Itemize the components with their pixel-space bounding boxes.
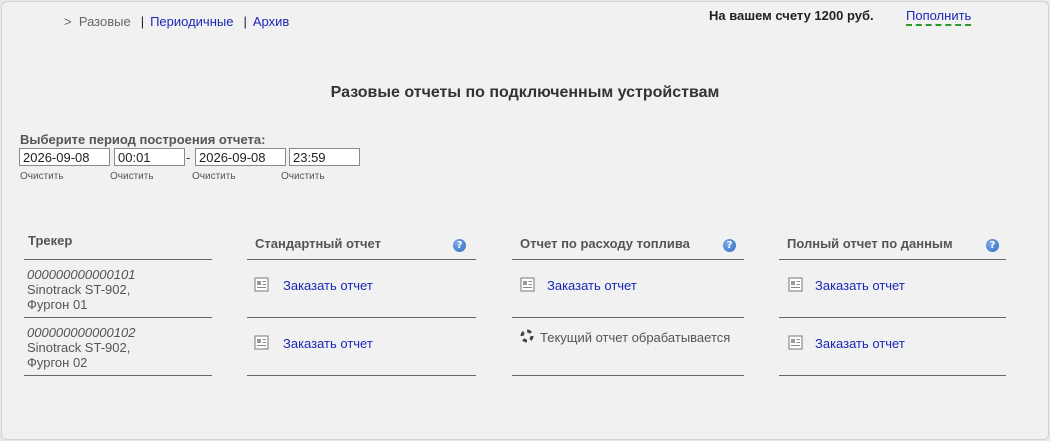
page-title: Разовые отчеты по подключенным устройств… <box>330 84 720 101</box>
processing-status: Текущий отчет обрабатывается <box>540 330 731 345</box>
topup-link[interactable]: Пополнить <box>906 8 972 26</box>
table-row: 000000000000102 Sinotrack ST-902, Фургон… <box>27 325 135 370</box>
help-icon[interactable]: ? <box>723 239 736 252</box>
divider <box>24 259 212 260</box>
document-icon <box>520 277 535 292</box>
to-time-input[interactable] <box>289 148 360 166</box>
column-header-fuel: Отчет по расходу топлива <box>520 236 690 251</box>
column-header-tracker: Трекер <box>28 233 73 248</box>
tracker-id: 000000000000101 <box>27 267 136 282</box>
divider <box>779 259 1006 260</box>
report-nav: > Разовые | Периодичные | Архив <box>64 14 289 29</box>
divider <box>247 317 476 318</box>
nav-current: > Разовые <box>64 14 131 29</box>
document-icon <box>788 335 803 350</box>
nav-separator: | <box>140 14 145 29</box>
help-icon[interactable]: ? <box>453 239 466 252</box>
divider <box>24 317 212 318</box>
order-report-button[interactable]: Заказать отчет <box>815 336 905 351</box>
clear-to-time-button[interactable]: Очистить <box>281 171 325 182</box>
column-header-full: Полный отчет по данным <box>787 236 953 251</box>
tracker-name: Фургон 01 <box>27 297 88 312</box>
account-balance: На вашем счету 1200 руб. <box>709 8 874 23</box>
nav-separator: | <box>243 14 247 29</box>
divider <box>512 259 744 260</box>
period-separator: - <box>186 150 191 165</box>
document-icon <box>254 335 269 350</box>
tracker-model: Sinotrack ST-902, <box>27 282 131 297</box>
column-header-standard: Стандартный отчет <box>255 236 381 251</box>
order-report-button[interactable]: Заказать отчет <box>815 278 905 293</box>
document-icon <box>254 277 269 292</box>
clear-from-date-button[interactable]: Очистить <box>20 171 64 182</box>
divider <box>779 317 1006 318</box>
main-panel: > Разовые | Периодичные | Архив На вашем сче… <box>1 1 1049 440</box>
help-icon[interactable]: ? <box>986 239 999 252</box>
nav-link-archive[interactable]: Архив <box>253 14 289 29</box>
spinner-icon <box>520 329 534 343</box>
tracker-name: Фургон 02 <box>27 355 88 370</box>
order-report-button[interactable]: Заказать отчет <box>283 278 373 293</box>
from-date-input[interactable] <box>19 148 110 166</box>
divider <box>247 259 476 260</box>
nav-link-periodic[interactable]: Периодичные <box>150 14 233 29</box>
table-row: 000000000000101 Sinotrack ST-902, Фургон… <box>27 267 135 312</box>
divider <box>779 375 1006 376</box>
order-report-button[interactable]: Заказать отчет <box>283 336 373 351</box>
clear-from-time-button[interactable]: Очистить <box>110 171 154 182</box>
document-icon <box>788 277 803 292</box>
divider <box>24 375 212 376</box>
clear-to-date-button[interactable]: Очистить <box>192 171 236 182</box>
divider <box>247 375 476 376</box>
period-label: Выберите период построения отчета: <box>20 132 266 147</box>
from-time-input[interactable] <box>114 148 185 166</box>
order-report-button[interactable]: Заказать отчет <box>547 278 637 293</box>
divider <box>512 317 744 318</box>
to-date-input[interactable] <box>195 148 286 166</box>
tracker-model: Sinotrack ST-902, <box>27 340 131 355</box>
divider <box>512 375 744 376</box>
tracker-id: 000000000000102 <box>27 325 136 340</box>
